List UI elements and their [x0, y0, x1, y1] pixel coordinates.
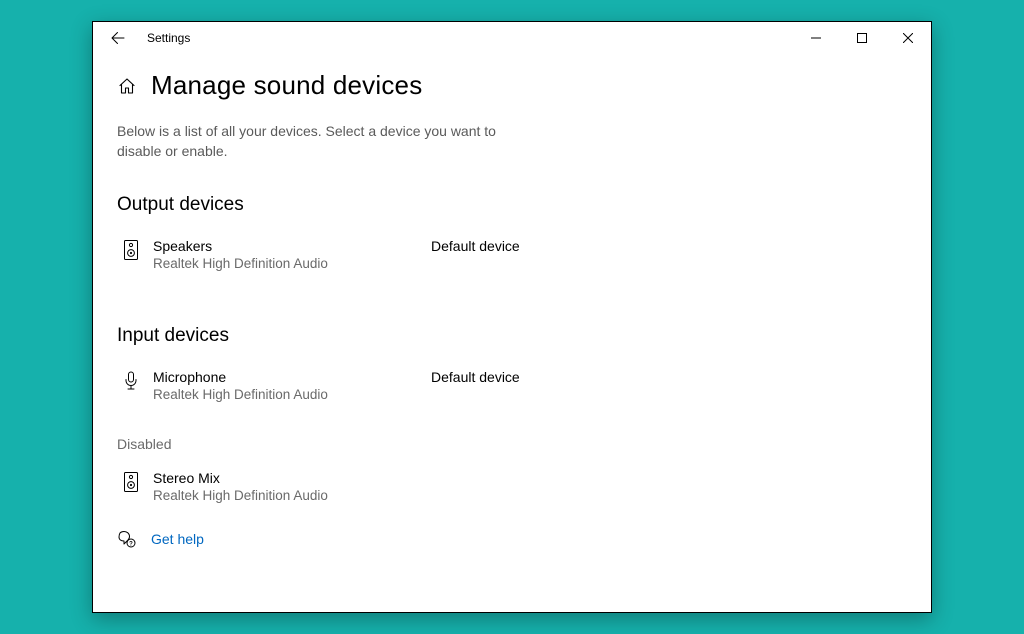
- home-icon: [118, 77, 136, 95]
- arrow-left-icon: [110, 30, 126, 46]
- page-title: Manage sound devices: [151, 70, 422, 101]
- device-name: Microphone: [153, 369, 431, 385]
- minimize-button[interactable]: [793, 22, 839, 54]
- page-description: Below is a list of all your devices. Sel…: [117, 121, 517, 162]
- content-area: Manage sound devices Below is a list of …: [93, 54, 931, 612]
- disabled-label: Disabled: [117, 436, 907, 452]
- window-controls: [793, 22, 931, 54]
- settings-window: Settings Manage sound devices Below is a…: [92, 21, 932, 613]
- help-icon: ?: [117, 529, 137, 549]
- maximize-button[interactable]: [839, 22, 885, 54]
- get-help-link[interactable]: ? Get help: [117, 529, 907, 549]
- help-link-label: Get help: [151, 531, 204, 547]
- output-device-item[interactable]: Speakers Realtek High Definition Audio D…: [117, 236, 907, 273]
- speaker-icon: [121, 470, 141, 494]
- device-text: Speakers Realtek High Definition Audio: [153, 238, 431, 271]
- device-text: Stereo Mix Realtek High Definition Audio: [153, 470, 431, 503]
- minimize-icon: [811, 33, 821, 43]
- microphone-icon: [121, 369, 141, 393]
- page-header: Manage sound devices: [117, 70, 907, 101]
- device-subtitle: Realtek High Definition Audio: [153, 387, 431, 402]
- device-text: Microphone Realtek High Definition Audio: [153, 369, 431, 402]
- app-title: Settings: [147, 31, 190, 45]
- maximize-icon: [857, 33, 867, 43]
- device-subtitle: Realtek High Definition Audio: [153, 488, 431, 503]
- device-status: Default device: [431, 369, 520, 385]
- svg-text:?: ?: [129, 541, 133, 547]
- close-button[interactable]: [885, 22, 931, 54]
- close-icon: [903, 33, 913, 43]
- device-subtitle: Realtek High Definition Audio: [153, 256, 431, 271]
- home-button[interactable]: [117, 76, 137, 96]
- input-devices-heading: Input devices: [117, 325, 907, 347]
- input-device-item[interactable]: Microphone Realtek High Definition Audio…: [117, 367, 907, 404]
- disabled-input-device-item[interactable]: Stereo Mix Realtek High Definition Audio: [117, 468, 907, 505]
- back-button[interactable]: [101, 22, 135, 54]
- output-devices-heading: Output devices: [117, 194, 907, 216]
- titlebar: Settings: [93, 22, 931, 54]
- device-name: Speakers: [153, 238, 431, 254]
- speaker-icon: [121, 238, 141, 262]
- device-name: Stereo Mix: [153, 470, 431, 486]
- device-status: Default device: [431, 238, 520, 254]
